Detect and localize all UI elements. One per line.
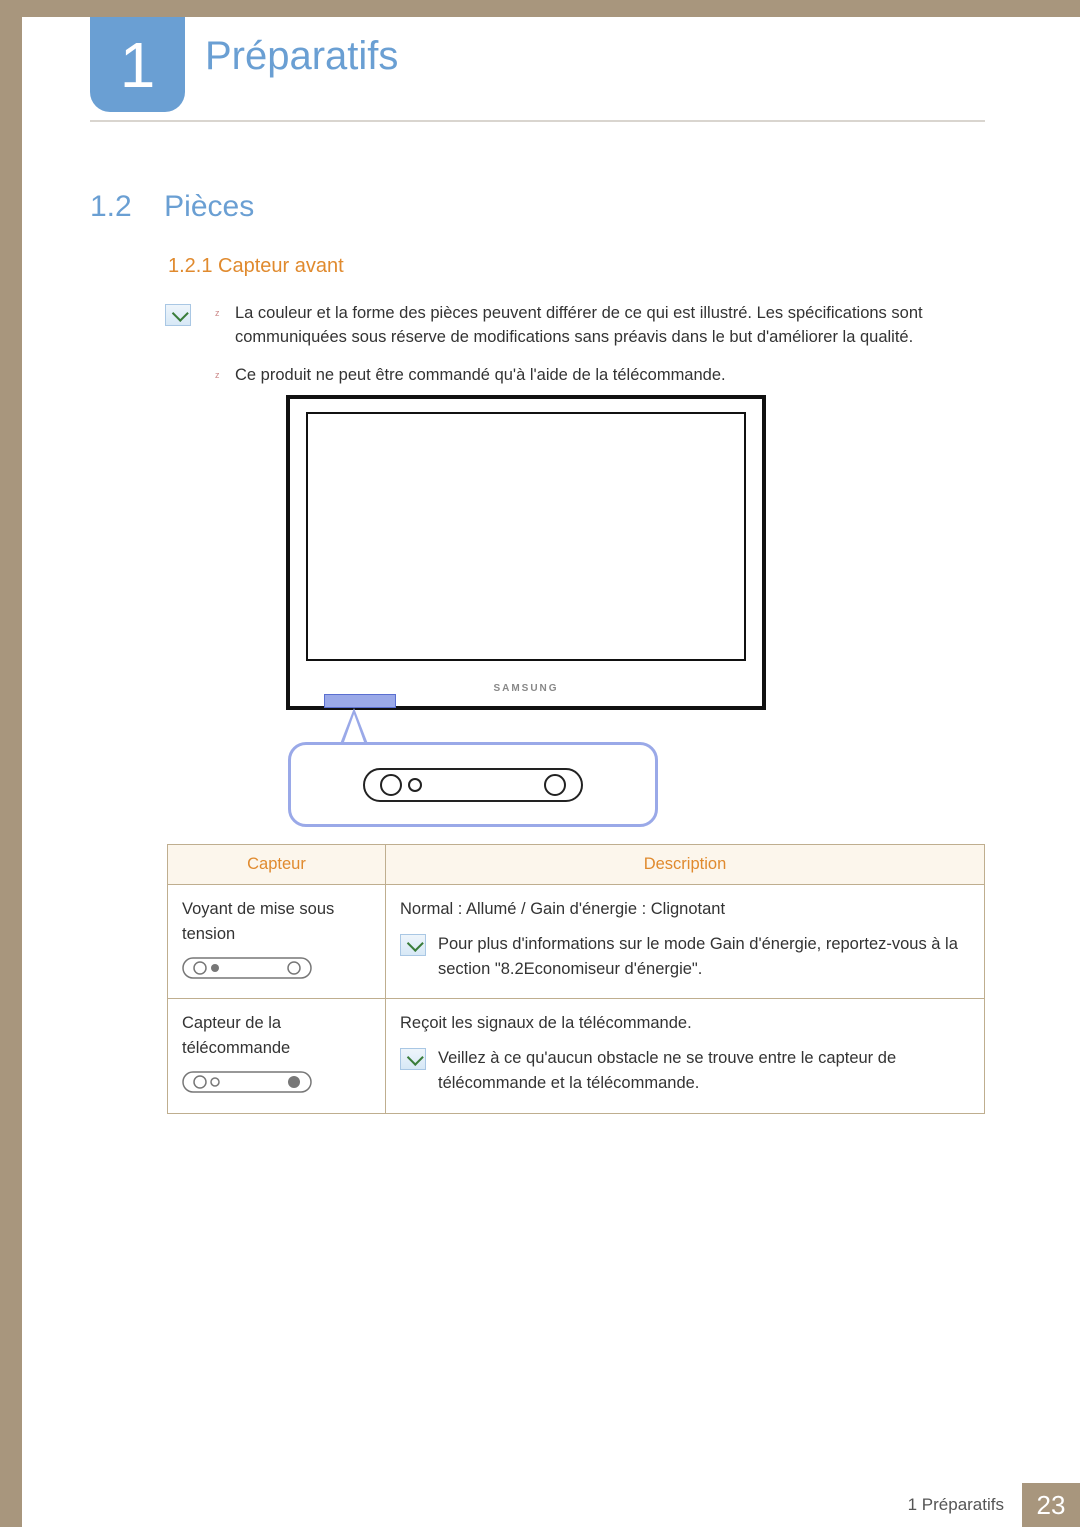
remote-sensor-icon [182, 1071, 312, 1093]
monitor-brand-label: SAMSUNG [290, 683, 762, 694]
left-margin-bar [0, 0, 22, 1527]
chapter-number: 1 [120, 28, 156, 102]
table-row: Capteur de la télécommande Reçoit les si… [168, 999, 985, 1113]
monitor-outline: SAMSUNG [286, 395, 766, 710]
note-icon [400, 934, 426, 956]
sensor-highlight [324, 694, 396, 708]
sensor-detail-icon [363, 768, 583, 802]
note-item: Ce produit ne peut être commandé qu'à l'… [215, 364, 985, 388]
chapter-title: Préparatifs [205, 34, 398, 79]
sensor-description: Normal : Allumé / Gain d'énergie : Clign… [400, 897, 970, 922]
sensor-name: Capteur de la télécommande [182, 1011, 371, 1061]
section-title: Pièces [164, 190, 254, 223]
note-icon [400, 1048, 426, 1070]
table-header-sensor: Capteur [168, 845, 386, 885]
note-item: La couleur et la forme des pièces peuven… [215, 302, 985, 350]
table-header-description: Description [386, 845, 985, 885]
chapter-number-tab: 1 [90, 17, 185, 112]
note-list: La couleur et la forme des pièces peuven… [215, 302, 985, 388]
note-block: La couleur et la forme des pièces peuven… [165, 302, 985, 402]
top-margin-bar [22, 0, 1080, 17]
section-heading: 1.2 Pièces [90, 190, 254, 224]
page-footer: 1 Préparatifs 23 [890, 1483, 1080, 1527]
footer-page-number: 23 [1022, 1483, 1080, 1527]
front-sensor-diagram: SAMSUNG [286, 395, 766, 827]
section-number: 1.2 [90, 190, 132, 223]
note-icon [165, 304, 191, 326]
cell-note: Veillez à ce qu'aucun obstacle ne se tro… [400, 1046, 970, 1096]
cell-note-text: Pour plus d'informations sur le mode Gai… [438, 932, 970, 982]
sensor-description-table: Capteur Description Voyant de mise sous … [167, 844, 985, 1114]
sensor-description: Reçoit les signaux de la télécommande. [400, 1011, 970, 1036]
sensor-name: Voyant de mise sous tension [182, 897, 371, 947]
callout-arrow-icon [340, 708, 368, 744]
cell-note-text: Veillez à ce qu'aucun obstacle ne se tro… [438, 1046, 970, 1096]
monitor-screen [306, 412, 746, 661]
cell-note: Pour plus d'informations sur le mode Gai… [400, 932, 970, 982]
chapter-underline [90, 120, 985, 122]
table-row: Voyant de mise sous tension Normal : All… [168, 885, 985, 999]
footer-chapter-label: 1 Préparatifs [890, 1483, 1022, 1527]
power-indicator-icon [182, 957, 312, 979]
sensor-callout [288, 742, 658, 827]
subsection-heading: 1.2.1 Capteur avant [168, 255, 344, 278]
